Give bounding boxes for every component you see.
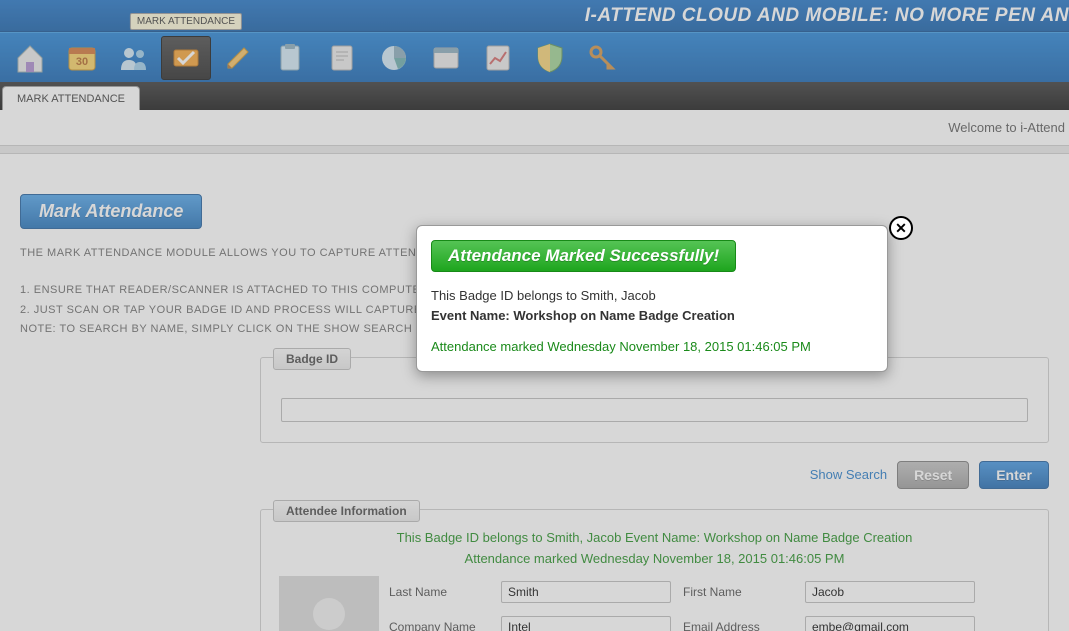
modal-title: Attendance Marked Successfully! [431, 240, 736, 272]
modal-line2: Event Name: Workshop on Name Badge Creat… [431, 306, 873, 326]
close-icon[interactable]: ✕ [889, 216, 913, 240]
modal-line3: Attendance marked Wednesday November 18,… [431, 337, 873, 357]
modal-body: This Badge ID belongs to Smith, Jacob Ev… [431, 286, 873, 357]
success-modal: ✕ Attendance Marked Successfully! This B… [416, 225, 888, 372]
modal-line1: This Badge ID belongs to Smith, Jacob [431, 286, 873, 306]
